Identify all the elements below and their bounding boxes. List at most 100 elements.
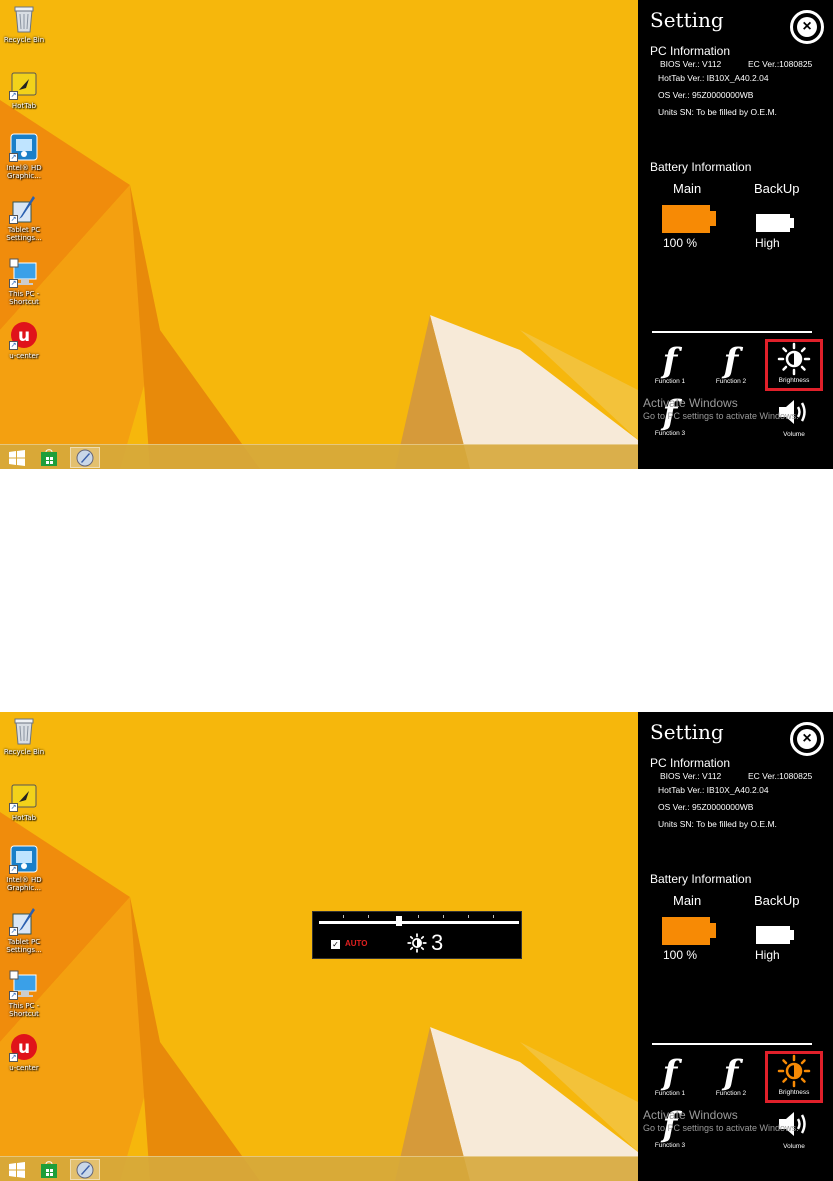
hottab-version: HotTab Ver.: IB10X_A40.2.04 <box>658 785 769 795</box>
function-3-button[interactable]: f Function 3 <box>646 394 694 444</box>
desktop-icon-u-center[interactable]: u ↗ u-center <box>2 320 46 360</box>
shortcut-arrow-icon: ↗ <box>9 215 18 224</box>
volume-button[interactable]: Volume <box>770 1108 818 1158</box>
ec-version: EC Ver.:1080825 <box>748 59 813 69</box>
function-3-button[interactable]: f Function 3 <box>646 1106 694 1156</box>
battery-info-title: Battery Information <box>650 160 752 174</box>
brightness-popup: ✓ AUTO 3 <box>312 911 522 959</box>
shortcut-arrow-icon: ↗ <box>9 279 18 288</box>
pencil-app-icon <box>76 1161 94 1178</box>
u-center-icon: u ↗ <box>9 1032 39 1062</box>
pc-info-title: PC Information <box>650 44 731 58</box>
function-icon: f <box>723 1053 739 1093</box>
function-2-button[interactable]: f Function 2 <box>707 1054 755 1104</box>
wallpaper <box>0 0 638 469</box>
desktop: Recycle Bin ↗ HotTab ↗ Intel® HD Graphic… <box>0 0 638 469</box>
main-battery-icon <box>662 205 710 233</box>
screenshot-before: Recycle Bin ↗ HotTab ↗ Intel® HD Graphic… <box>0 0 833 469</box>
backup-battery-icon <box>756 214 790 232</box>
shortcut-arrow-icon: ↗ <box>9 341 18 350</box>
slider-tick <box>443 915 444 918</box>
brightness-slider-track[interactable] <box>319 921 519 924</box>
desktop-icon-label: HotTab <box>11 814 37 822</box>
desktop-icon-tablet-pc-settings[interactable]: ↗ Tablet PC Settings... <box>2 194 46 242</box>
function-icon: f <box>723 341 739 381</box>
shortcut-arrow-icon: ↗ <box>9 865 18 874</box>
screenshot-after: Recycle Bin ↗ HotTab ↗ Intel® HD Graphic… <box>0 712 833 1181</box>
desktop-icon-label: This PC - Shortcut <box>8 1002 40 1018</box>
function-1-button[interactable]: f Function 1 <box>646 342 694 392</box>
taskbar-app-hottab[interactable] <box>70 447 100 468</box>
volume-label: Volume <box>783 431 805 438</box>
desktop-icon-this-pc[interactable]: ↗ This PC - Shortcut <box>2 970 46 1018</box>
shortcut-arrow-icon: ↗ <box>9 927 18 936</box>
this-pc-icon: ↗ <box>9 258 39 288</box>
brightness-slider-thumb[interactable] <box>396 916 402 926</box>
desktop-icon-hottab[interactable]: ↗ HotTab <box>2 782 46 822</box>
windows-logo-icon <box>9 1161 25 1178</box>
function-1-label: Function 1 <box>654 1090 686 1097</box>
intel-graphics-icon: ↗ <box>9 132 39 162</box>
function-1-button[interactable]: f Function 1 <box>646 1054 694 1104</box>
volume-icon <box>779 1112 806 1136</box>
desktop-icon-intel-graphics[interactable]: ↗ Intel® HD Graphic... <box>2 132 46 180</box>
backup-battery-label: BackUp <box>754 181 800 196</box>
main-battery-icon <box>662 917 710 945</box>
function-icon: f <box>662 1105 678 1145</box>
shortcut-arrow-icon: ↗ <box>9 1053 18 1062</box>
backup-battery-tip <box>790 930 794 940</box>
function-3-label: Function 3 <box>654 430 686 437</box>
desktop-icon-label: Intel® HD Graphic... <box>6 876 42 892</box>
panel-divider <box>652 331 812 333</box>
intel-graphics-icon: ↗ <box>9 844 39 874</box>
taskbar <box>0 1156 638 1181</box>
main-battery-value: 100 % <box>663 236 698 250</box>
pencil-app-icon <box>76 449 94 466</box>
shortcut-arrow-icon: ↗ <box>9 803 18 812</box>
desktop-icon-intel-graphics[interactable]: ↗ Intel® HD Graphic... <box>2 844 46 892</box>
function-icon: f <box>662 341 678 381</box>
close-icon: × <box>797 17 817 37</box>
desktop-icon-recycle-bin[interactable]: Recycle Bin <box>2 4 46 44</box>
main-battery-label: Main <box>673 181 702 196</box>
store-button[interactable] <box>34 1159 64 1180</box>
slider-tick <box>418 915 419 918</box>
desktop-icon-recycle-bin[interactable]: Recycle Bin <box>2 716 46 756</box>
close-button[interactable]: × <box>790 722 824 756</box>
desktop-icon-tablet-pc-settings[interactable]: ↗ Tablet PC Settings... <box>2 906 46 954</box>
setting-panel: Setting × PC Information BIOS Ver.: V112… <box>638 712 833 1181</box>
desktop-icon-hottab[interactable]: ↗ HotTab <box>2 70 46 110</box>
panel-title: Setting <box>650 8 724 32</box>
auto-checkbox[interactable]: ✓ <box>331 940 340 949</box>
ec-version: EC Ver.:1080825 <box>748 771 813 781</box>
desktop-icon-u-center[interactable]: u ↗ u-center <box>2 1032 46 1072</box>
shortcut-arrow-icon: ↗ <box>9 153 18 162</box>
function-1-label: Function 1 <box>654 378 686 385</box>
setting-panel: Setting × PC Information BIOS Ver.: V112… <box>638 0 833 469</box>
panel-title: Setting <box>650 720 724 744</box>
volume-icon <box>779 400 806 424</box>
start-button[interactable] <box>2 447 32 468</box>
shortcut-arrow-icon: ↗ <box>9 991 18 1000</box>
store-button[interactable] <box>34 447 64 468</box>
function-2-label: Function 2 <box>715 1090 747 1097</box>
volume-button[interactable]: Volume <box>770 396 818 446</box>
close-icon: × <box>797 729 817 749</box>
desktop-icon-label: u-center <box>9 352 39 360</box>
function-icon: f <box>662 393 678 433</box>
windows-logo-icon <box>9 449 25 466</box>
desktop-icon-label: HotTab <box>11 102 37 110</box>
recycle-bin-icon <box>9 4 39 34</box>
slider-tick <box>368 915 369 918</box>
start-button[interactable] <box>2 1159 32 1180</box>
desktop-icon-label: u-center <box>9 1064 39 1072</box>
desktop-icon-this-pc[interactable]: ↗ This PC - Shortcut <box>2 258 46 306</box>
close-button[interactable]: × <box>790 10 824 44</box>
taskbar-app-hottab[interactable] <box>70 1159 100 1180</box>
function-2-button[interactable]: f Function 2 <box>707 342 755 392</box>
brightness-highlight-box <box>765 339 823 391</box>
u-center-icon: u ↗ <box>9 320 39 350</box>
main-battery-label: Main <box>673 893 702 908</box>
slider-tick <box>493 915 494 918</box>
brightness-icon <box>407 933 427 953</box>
